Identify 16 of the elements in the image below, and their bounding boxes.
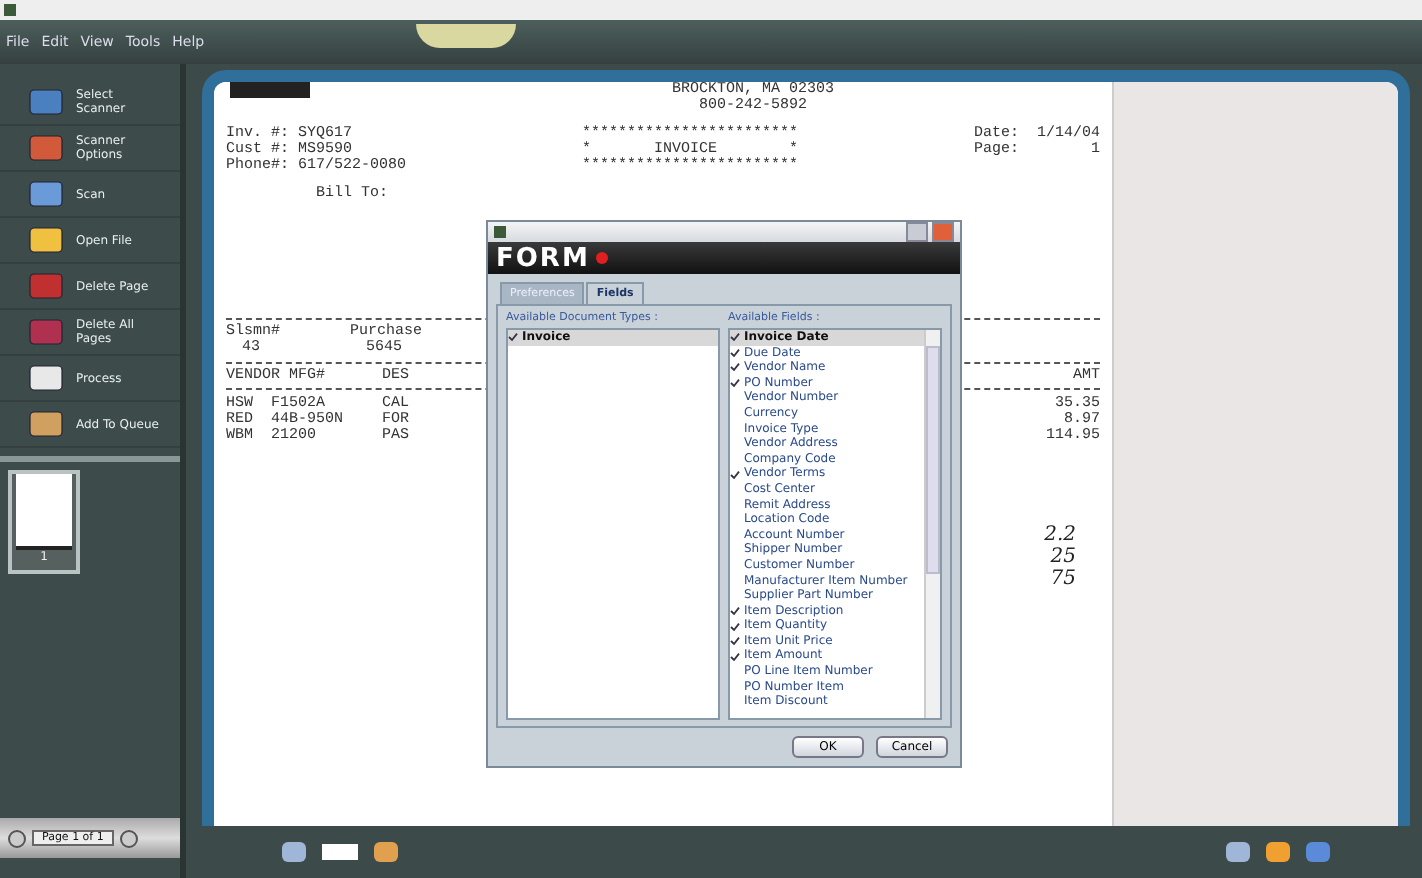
app-icon (4, 4, 16, 16)
next-icon[interactable] (119, 829, 138, 847)
logo-text: FORM (496, 243, 590, 273)
page-preview (16, 474, 72, 550)
mode-button[interactable] (416, 24, 516, 48)
app-icon (494, 226, 506, 238)
handwritten-note: 25 (1050, 546, 1076, 568)
handwritten-note: 75 (1050, 568, 1076, 590)
logo-drawing (230, 82, 310, 98)
previous-icon[interactable] (8, 829, 26, 847)
handwritten-note: 2.2 (1044, 524, 1076, 546)
zoom-field[interactable] (322, 844, 358, 860)
check-icon (508, 332, 518, 343)
scrollbar[interactable] (924, 330, 940, 718)
logo-dot-icon (595, 252, 608, 264)
check-icon (730, 469, 740, 480)
